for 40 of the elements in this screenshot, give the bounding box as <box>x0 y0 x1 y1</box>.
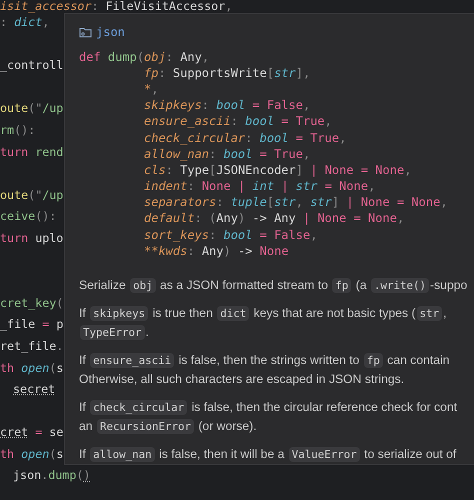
code-line: ret_file. <box>0 338 64 355</box>
doc-text: If check_circular is false, then the circular reference check for cont <box>79 399 458 417</box>
code-line: oute("/up <box>0 186 64 204</box>
signature-line: skipkeys: bool = False, <box>144 97 310 114</box>
doc-text: If skipkeys is true then dict keys that are not basic types ( str , <box>79 305 446 323</box>
signature-line: separators: tuple[str, str] | None = None, <box>144 194 448 210</box>
code-line: rm(): <box>0 122 36 139</box>
code-line: th open(s <box>0 360 64 376</box>
code-line: _controll <box>0 57 64 74</box>
signature-line: sort_keys: bool = False, <box>144 226 318 243</box>
signature-line: **kwds: Any) -> None <box>144 242 289 259</box>
code-line: ceive(): <box>0 208 56 226</box>
code-line: : dict, <box>0 14 50 31</box>
module-name: json <box>96 25 125 40</box>
code-line: isit_accessor: FileVisitAccessor, <box>0 0 232 12</box>
code-line: turn uplo <box>0 230 64 247</box>
code-line: secret <box>12 381 56 398</box>
folder-icon <box>79 26 92 38</box>
doc-text: If ensure_ascii is false, then the strings written to fp can contain <box>79 352 450 370</box>
signature-line: fp: SupportsWrite[str], <box>144 64 310 81</box>
code-line: _file = p <box>0 316 64 334</box>
doc-text: TypeError . <box>79 323 149 342</box>
code-line: oute("/up <box>0 100 64 118</box>
doc-text: an RecursionError (or worse). <box>79 418 257 436</box>
signature-line: ensure_ascii: bool = True, <box>144 113 332 130</box>
doc-text: If allow_nan is false, then it will be a ValueError to serialize out of <box>79 446 456 464</box>
doc-text: Otherwise, all such characters are escaped in JSON strings. <box>79 371 404 388</box>
code-line: json.dump() <box>12 467 90 484</box>
code-line: th open(s <box>0 446 64 463</box>
signature-line: *, <box>144 80 158 98</box>
doc-text: Serialize obj as a JSON formatted stream to fp (a .write() -suppo <box>79 277 468 295</box>
signature-line: def dump(obj: Any, <box>79 48 210 65</box>
code-line: turn rend <box>0 144 64 161</box>
signature-line: indent: None | int | str = None, <box>144 178 376 194</box>
signature-line: default: (Any) -> Any | None = None, <box>144 210 404 227</box>
signature-line: allow_nan: bool = True, <box>144 146 310 162</box>
signature-line: cls: Type[JSONEncoder] | None = None, <box>144 162 412 178</box>
signature-line: check_circular: bool = True, <box>144 130 346 146</box>
code-line: cret = se <box>0 424 64 442</box>
code-line: cret_key( <box>0 294 64 312</box>
